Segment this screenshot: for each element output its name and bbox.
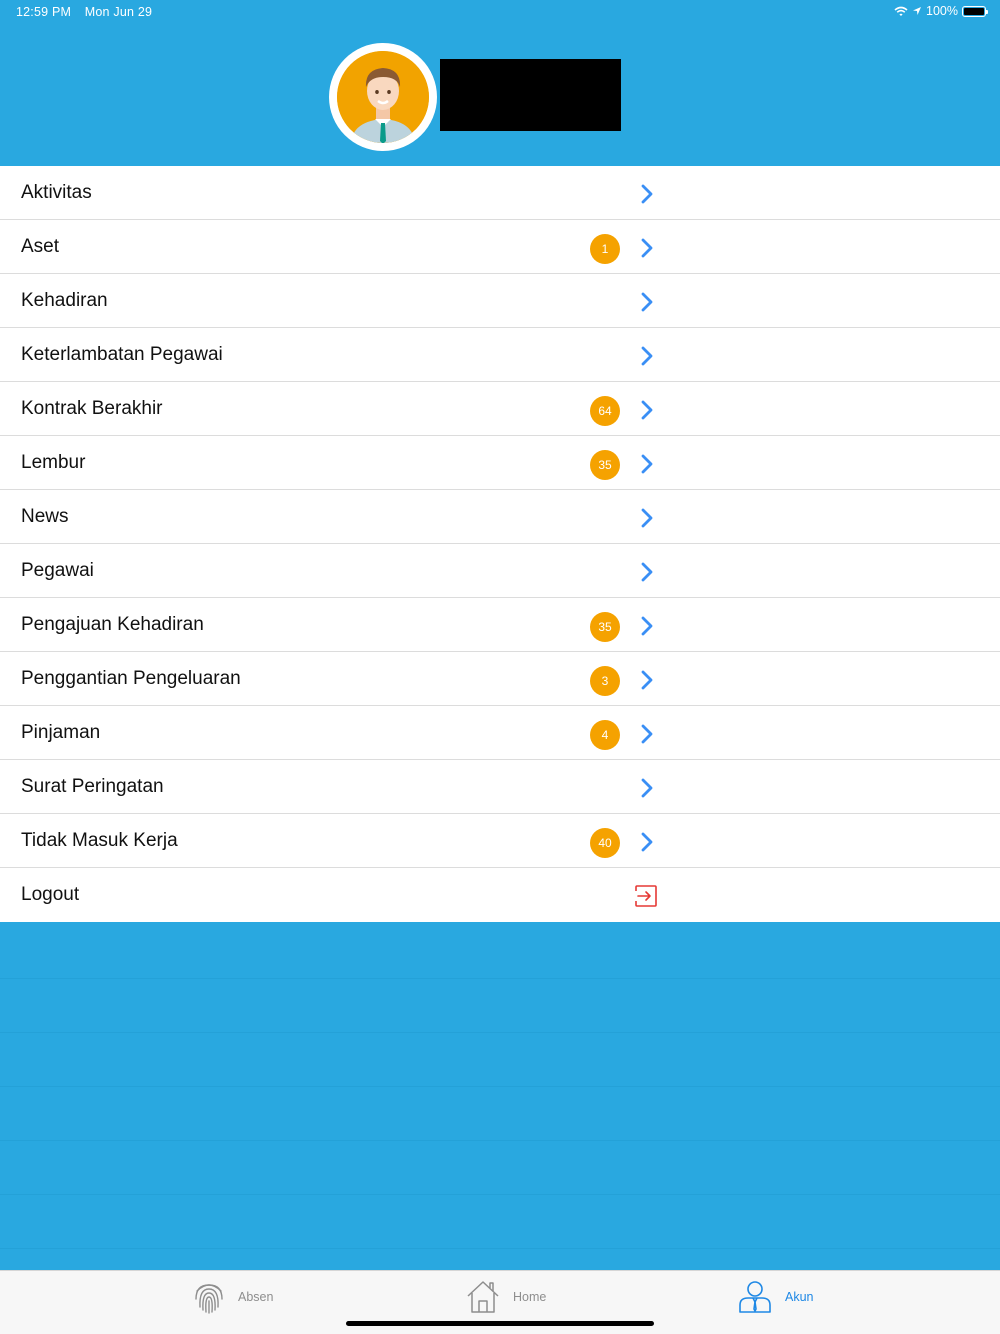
count-badge: 35: [590, 450, 620, 480]
tab-label: Absen: [238, 1290, 274, 1304]
menu-item-label: Pengajuan Kehadiran: [21, 614, 204, 635]
tab-akun[interactable]: Akun: [737, 1279, 814, 1315]
fingerprint-icon: [195, 1284, 223, 1314]
menu-item-aktivitas[interactable]: Aktivitas: [0, 166, 1000, 220]
menu-item-label: News: [21, 506, 69, 527]
menu-item-news[interactable]: News: [0, 490, 1000, 544]
chevron-right-icon: [641, 832, 653, 852]
menu-item-pengajuan-kehadiran[interactable]: Pengajuan Kehadiran 35: [0, 598, 1000, 652]
battery-percent: 100%: [926, 4, 958, 18]
profile-header: [0, 0, 1000, 166]
empty-area: [0, 924, 1000, 1270]
status-date: Mon Jun 29: [84, 5, 153, 19]
chevron-right-icon: [641, 562, 653, 582]
menu-item-lembur[interactable]: Lembur 35: [0, 436, 1000, 490]
user-name-redacted: [440, 59, 621, 131]
chevron-right-icon: [641, 454, 653, 474]
chevron-right-icon: [641, 238, 653, 258]
user-avatar-icon: [337, 51, 429, 143]
menu-item-label: Lembur: [21, 452, 86, 473]
chevron-right-icon: [641, 724, 653, 744]
menu-item-surat-peringatan[interactable]: Surat Peringatan: [0, 760, 1000, 814]
menu-item-kehadiran[interactable]: Kehadiran: [0, 274, 1000, 328]
menu-item-label: Kontrak Berakhir: [21, 398, 163, 419]
chevron-right-icon: [641, 346, 653, 366]
status-bar: 12:59 PM Mon Jun 29 100%: [0, 0, 1000, 24]
menu-item-label: Keterlambatan Pegawai: [21, 344, 223, 365]
menu-item-label: Penggantian Pengeluaran: [21, 668, 241, 689]
count-badge: 4: [590, 720, 620, 750]
wifi-icon: [894, 6, 908, 16]
menu-item-kontrak-berakhir[interactable]: Kontrak Berakhir 64: [0, 382, 1000, 436]
tab-absen[interactable]: Absen: [192, 1279, 273, 1315]
menu-item-pinjaman[interactable]: Pinjaman 4: [0, 706, 1000, 760]
home-indicator[interactable]: [346, 1321, 654, 1326]
count-badge: 64: [590, 396, 620, 426]
battery-icon: [962, 5, 988, 17]
menu-item-label: Kehadiran: [21, 290, 108, 311]
menu-item-logout[interactable]: Logout: [0, 868, 1000, 922]
chevron-right-icon: [641, 400, 653, 420]
menu-item-aset[interactable]: Aset 1: [0, 220, 1000, 274]
chevron-right-icon: [641, 184, 653, 204]
menu-item-label: Surat Peringatan: [21, 776, 164, 797]
count-badge: 40: [590, 828, 620, 858]
avatar-ring[interactable]: [329, 43, 437, 151]
chevron-right-icon: [641, 778, 653, 798]
account-icon: [739, 1281, 771, 1313]
menu-item-label: Pinjaman: [21, 722, 101, 743]
count-badge: 1: [590, 234, 620, 264]
menu-item-penggantian-pengeluaran[interactable]: Penggantian Pengeluaran 3: [0, 652, 1000, 706]
menu-item-keterlambatan-pegawai[interactable]: Keterlambatan Pegawai: [0, 328, 1000, 382]
menu-item-tidak-masuk-kerja[interactable]: Tidak Masuk Kerja 40: [0, 814, 1000, 868]
menu-item-label: Aktivitas: [21, 182, 92, 203]
logout-icon: [635, 885, 657, 907]
chevron-right-icon: [641, 508, 653, 528]
menu-list: Aktivitas Aset 1 Kehadiran Keterlambatan…: [0, 166, 1000, 922]
tab-label: Home: [513, 1290, 547, 1304]
home-icon: [467, 1281, 499, 1313]
chevron-right-icon: [641, 292, 653, 312]
menu-item-label: Tidak Masuk Kerja: [21, 830, 178, 851]
location-icon: [913, 7, 922, 15]
tab-home[interactable]: Home: [465, 1279, 546, 1315]
chevron-right-icon: [641, 670, 653, 690]
count-badge: 35: [590, 612, 620, 642]
menu-item-pegawai[interactable]: Pegawai: [0, 544, 1000, 598]
tab-label: Akun: [785, 1290, 814, 1304]
status-time: 12:59 PM: [16, 5, 72, 19]
count-badge: 3: [590, 666, 620, 696]
chevron-right-icon: [641, 616, 653, 636]
logout-label: Logout: [21, 884, 80, 905]
menu-item-label: Aset: [21, 236, 60, 257]
menu-item-label: Pegawai: [21, 560, 94, 581]
